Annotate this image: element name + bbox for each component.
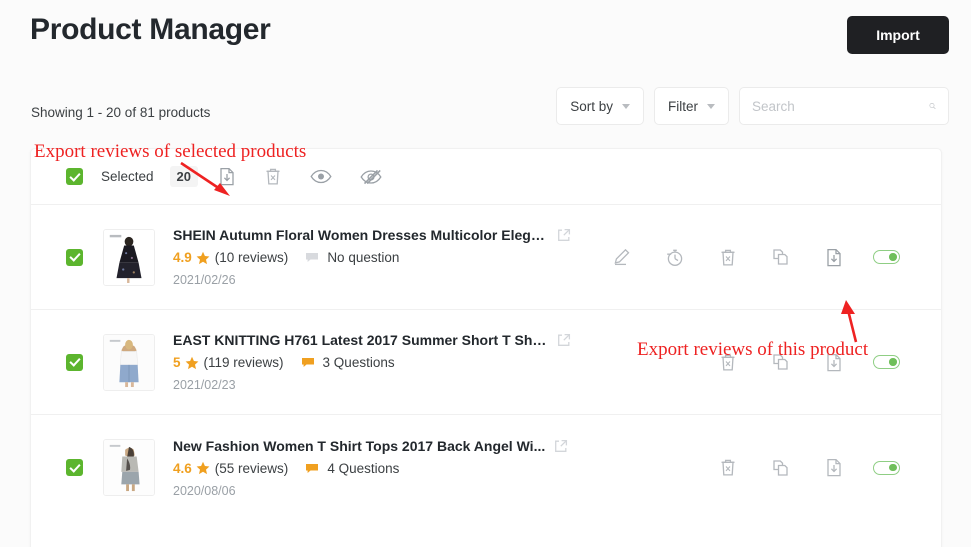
action-duplicate[interactable] [754,459,807,477]
filter-label: Filter [668,98,698,114]
product-rating: 5 [173,355,181,370]
product-info: EAST KNITTING H761 Latest 2017 Summer Sh… [173,332,595,392]
star-icon [196,251,210,264]
external-link-icon[interactable] [554,439,568,453]
list-toolbar: Sort by Filter [556,87,949,125]
product-title[interactable]: New Fashion Women T Shirt Tops 2017 Back… [173,438,545,454]
product-title[interactable]: SHEIN Autumn Floral Women Dresses Multic… [173,227,548,243]
filter-button[interactable]: Filter [654,87,729,125]
duplicate-icon[interactable] [772,248,790,266]
table-row[interactable]: SHEIN Autumn Floral Women Dresses Multic… [31,205,941,310]
annotation-arrow-row-export [841,300,858,343]
history-icon[interactable] [665,248,684,267]
product-rating: 4.9 [173,250,192,265]
duplicate-icon[interactable] [772,459,790,477]
enabled-toggle[interactable] [873,460,900,475]
hide-icon[interactable] [360,169,382,185]
row-actions [595,248,913,267]
annotation-text-bulk-export: Export reviews of selected products [34,141,307,162]
product-questions: 3 Questions [322,355,395,370]
comment-icon [306,463,319,473]
product-info: SHEIN Autumn Floral Women Dresses Multic… [173,227,595,287]
product-date: 2020/08/06 [173,483,236,498]
search-input[interactable] [752,98,929,114]
product-date: 2021/02/26 [173,273,236,287]
product-rating: 4.6 [173,460,192,476]
product-date: 2021/02/23 [173,378,236,392]
product-reviews-count: (119 reviews) [203,355,284,370]
search-icon [929,103,936,110]
product-manager-page: Product Manager Import Showing 1 - 20 of… [0,0,971,547]
row-checkbox[interactable] [66,459,83,476]
product-questions: 4 Questions [327,460,400,476]
action-toggle[interactable] [860,250,913,264]
row-checkbox[interactable] [66,353,83,371]
star-icon [196,461,210,475]
selected-label: Selected [101,169,154,184]
product-info: New Fashion Women T Shirt Tops 2017 Back… [173,438,595,498]
product-reviews-count: (55 reviews) [214,460,289,476]
edit-icon[interactable] [613,248,631,266]
annotation-text-row-export: Export reviews of this product [637,339,869,360]
top-thumbnail-image [104,440,154,495]
product-reviews-count: (10 reviews) [214,250,289,265]
product-title[interactable]: EAST KNITTING H761 Latest 2017 Summer Sh… [173,332,548,348]
delete-icon[interactable] [719,458,737,477]
product-thumbnail [103,228,155,286]
export-reviews-icon[interactable] [825,458,843,477]
action-history[interactable] [648,248,701,267]
product-questions: No question [327,250,400,265]
table-row[interactable]: New Fashion Women T Shirt Tops 2017 Back… [31,415,941,520]
star-icon [185,356,198,369]
showing-count-text: Showing 1 - 20 of 81 products [31,105,211,120]
export-reviews-icon[interactable] [825,248,843,267]
action-delete[interactable] [701,248,754,267]
tshirt-thumbnail-image [104,334,154,390]
product-thumbnail [103,333,155,391]
action-export-reviews[interactable] [807,248,860,267]
table-row[interactable]: EAST KNITTING H761 Latest 2017 Summer Sh… [31,310,941,415]
show-icon[interactable] [310,169,332,184]
sort-by-label: Sort by [570,98,613,114]
row-checkbox[interactable] [66,248,83,266]
chevron-down-icon [707,103,715,109]
annotation-arrow-bulk-export [180,161,230,196]
comment-icon [306,253,319,262]
page-title: Product Manager [30,13,271,46]
sort-by-button[interactable]: Sort by [556,87,644,125]
action-edit[interactable] [595,248,648,266]
row-actions [595,458,913,477]
external-link-icon[interactable] [557,333,571,347]
action-delete[interactable] [701,458,754,477]
delete-icon[interactable] [719,248,737,267]
comment-icon [301,358,314,367]
search-box[interactable] [739,87,949,125]
action-duplicate[interactable] [754,248,807,266]
enabled-toggle[interactable] [873,250,900,264]
action-toggle[interactable] [860,460,913,475]
enabled-toggle[interactable] [873,355,900,369]
import-button[interactable]: Import [847,16,949,54]
delete-icon[interactable] [264,167,282,186]
chevron-down-icon [622,103,630,109]
product-thumbnail [103,439,155,496]
external-link-icon[interactable] [557,228,571,242]
select-all-checkbox[interactable] [66,168,83,185]
action-export-reviews[interactable] [807,458,860,477]
dress-thumbnail-image [104,229,154,285]
bulk-actions [218,167,382,186]
